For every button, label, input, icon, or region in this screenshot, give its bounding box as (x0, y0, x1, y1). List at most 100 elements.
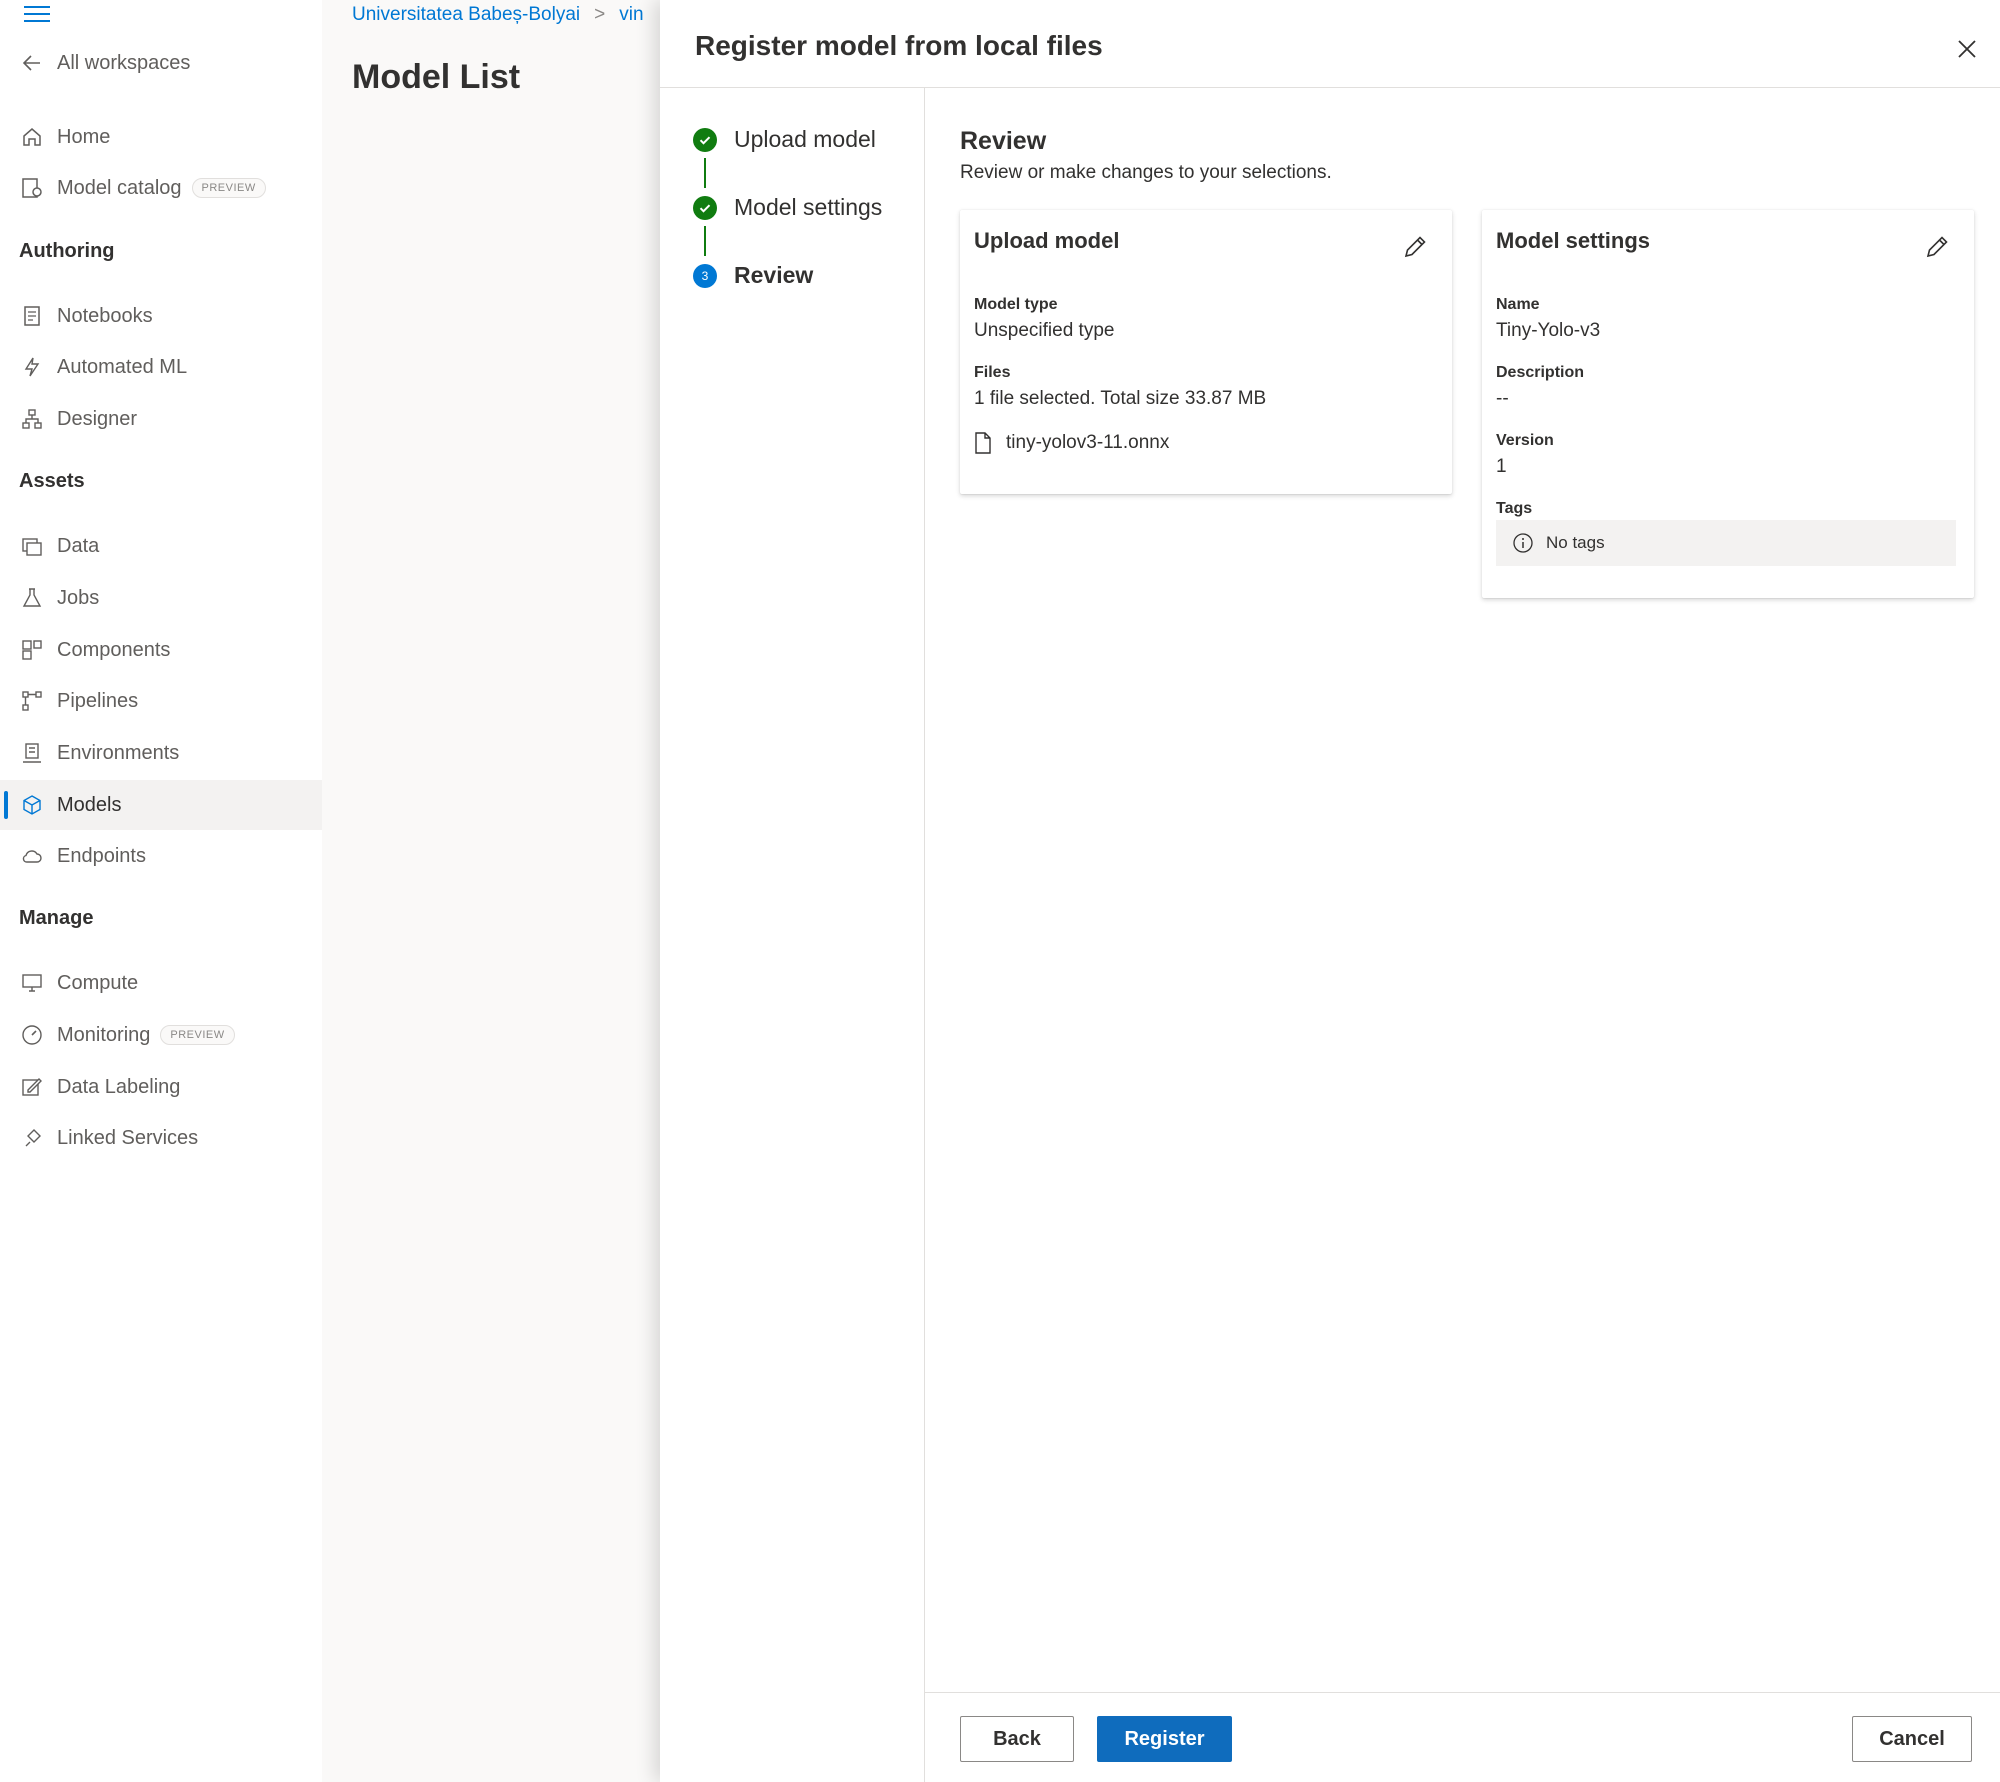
nav-item-designer[interactable]: Designer (0, 394, 322, 444)
nav-item-jobs[interactable]: Jobs (0, 573, 322, 623)
nav-item-linked-services[interactable]: Linked Services (0, 1113, 322, 1163)
step-model-settings[interactable]: Model settings (693, 194, 882, 221)
step-label: Review (734, 262, 814, 288)
hamburger-menu-icon[interactable] (24, 6, 50, 26)
name-label: Name (1496, 296, 1540, 313)
step-connector (704, 226, 706, 256)
card-title: Model settings (1496, 228, 1651, 253)
nav-item-label: Endpoints (57, 844, 146, 867)
data-icon (19, 533, 45, 559)
panel-divider (660, 87, 2000, 88)
flask-icon (19, 585, 45, 611)
check-circle-icon (693, 127, 717, 152)
step-upload-model[interactable]: Upload model (693, 126, 876, 153)
nav-item-label: Monitoring (57, 1023, 151, 1046)
nav-item-data[interactable]: Data (0, 521, 322, 571)
link-icon (19, 1125, 45, 1151)
nav-item-compute[interactable]: Compute (0, 958, 322, 1008)
model-type-label: Model type (974, 296, 1058, 313)
nav-item-models[interactable]: Models (0, 780, 322, 830)
upload-model-card: Upload model Model type Unspecified type… (960, 210, 1452, 494)
nav-item-components[interactable]: Components (0, 625, 322, 675)
description-value: -- (1496, 388, 1509, 409)
check-circle-icon (693, 195, 717, 220)
nav-item-label: Notebooks (57, 304, 153, 327)
nav-item-home[interactable]: Home (0, 112, 322, 162)
card-title: Upload model (974, 228, 1120, 253)
nav-item-label: Automated ML (57, 355, 188, 378)
chevron-right-icon: > (594, 4, 606, 25)
version-value: 1 (1496, 456, 1507, 477)
name-value: Tiny-Yolo-v3 (1496, 320, 1601, 341)
step-label: Model settings (734, 194, 883, 220)
model-catalog-icon (19, 175, 45, 201)
left-navigation: All workspaces Home Model catalog PREVIE… (0, 0, 322, 1782)
breadcrumb-item-workspace[interactable]: vin (619, 4, 643, 25)
nav-item-label: Compute (57, 971, 139, 994)
nav-item-endpoints[interactable]: Endpoints (0, 831, 322, 881)
endpoint-cloud-icon (19, 843, 45, 869)
nav-item-model-catalog[interactable]: Model catalog PREVIEW (0, 163, 322, 213)
nav-item-label: Environments (57, 741, 180, 764)
all-workspaces-label: All workspaces (57, 51, 191, 74)
monitor-icon (19, 970, 45, 996)
nav-item-label: Linked Services (57, 1126, 199, 1149)
file-item: tiny-yolov3-11.onnx (974, 432, 1169, 454)
back-button[interactable]: Back (960, 1716, 1074, 1762)
home-icon (19, 124, 45, 150)
all-workspaces-link[interactable]: All workspaces (0, 38, 322, 88)
nav-item-label: Home (57, 125, 111, 148)
section-heading-assets: Assets (19, 470, 85, 492)
nav-item-automated-ml[interactable]: Automated ML (0, 342, 322, 392)
nav-item-label: Jobs (57, 586, 100, 609)
section-heading-manage: Manage (19, 907, 94, 929)
step-connector (704, 158, 706, 188)
step-review[interactable]: 3 Review (693, 262, 813, 289)
page-title: Model List (352, 58, 521, 96)
nav-item-monitoring[interactable]: Monitoring PREVIEW (0, 1010, 322, 1060)
panel-title: Register model from local files (695, 30, 1103, 61)
environment-icon (19, 740, 45, 766)
close-icon[interactable] (1950, 32, 1984, 66)
model-type-value: Unspecified type (974, 320, 1115, 341)
version-label: Version (1496, 432, 1554, 449)
notebook-icon (19, 303, 45, 329)
files-label: Files (974, 364, 1011, 381)
edit-pencil-icon[interactable] (1400, 232, 1430, 262)
components-icon (19, 637, 45, 663)
designer-icon (19, 406, 45, 432)
nav-item-label: Model catalog (57, 176, 182, 199)
nav-item-label: Designer (57, 407, 138, 430)
footer-divider (925, 1692, 2000, 1693)
step-label: Upload model (734, 126, 876, 152)
nav-item-notebooks[interactable]: Notebooks (0, 291, 322, 341)
nav-item-label: Components (57, 638, 171, 661)
nav-item-environments[interactable]: Environments (0, 728, 322, 778)
register-model-panel: Register model from local files Upload m… (660, 0, 2000, 1782)
breadcrumb-item-organization[interactable]: Universitatea Babeș-Bolyai (352, 4, 580, 25)
review-title: Review (960, 127, 1047, 155)
nav-item-label: Data Labeling (57, 1075, 181, 1098)
gauge-icon (19, 1022, 45, 1048)
description-label: Description (1496, 364, 1585, 381)
tags-label: Tags (1496, 500, 1533, 517)
model-settings-card: Model settings Name Tiny-Yolo-v3 Descrip… (1482, 210, 1974, 598)
nav-item-pipelines[interactable]: Pipelines (0, 676, 322, 726)
breadcrumb: Universitatea Babeș-Bolyai > vin (352, 4, 644, 26)
step-number-badge: 3 (693, 263, 717, 288)
preview-badge: PREVIEW (191, 178, 266, 198)
nav-item-label: Pipelines (57, 689, 139, 712)
info-icon (1513, 533, 1533, 553)
file-name: tiny-yolov3-11.onnx (1006, 432, 1170, 453)
section-heading-authoring: Authoring (19, 240, 115, 262)
nav-item-data-labeling[interactable]: Data Labeling (0, 1062, 322, 1112)
nav-item-label: Models (57, 793, 122, 816)
pipelines-icon (19, 688, 45, 714)
register-button[interactable]: Register (1097, 1716, 1232, 1762)
review-subtitle: Review or make changes to your selection… (960, 162, 1332, 183)
tags-value: No tags (1546, 533, 1605, 552)
nav-item-label: Data (57, 534, 100, 557)
edit-pencil-icon[interactable] (1922, 232, 1952, 262)
tags-empty-message: No tags (1496, 520, 1956, 566)
cancel-button[interactable]: Cancel (1852, 1716, 1972, 1762)
